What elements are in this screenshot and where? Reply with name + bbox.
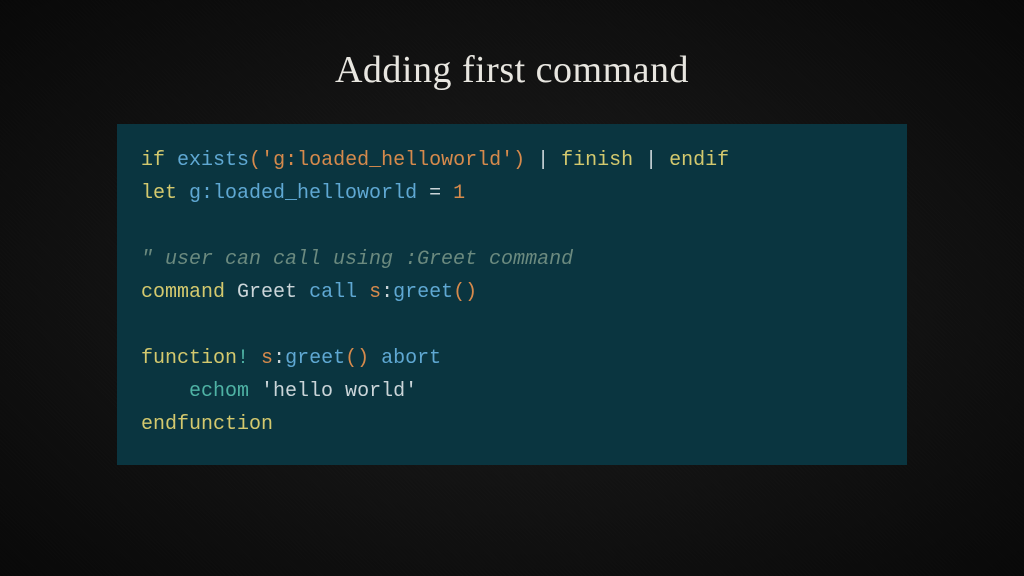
kw-finish: finish bbox=[561, 149, 633, 172]
kw-endfunction: endfunction bbox=[141, 413, 273, 436]
kw-let: let bbox=[141, 182, 177, 205]
colon: : bbox=[273, 347, 285, 370]
paren-close: ) bbox=[513, 149, 525, 172]
slide-title: Adding first command bbox=[0, 0, 1024, 92]
fn-exists: exists bbox=[177, 149, 249, 172]
code-line-5: command Greet call s:greet() bbox=[141, 281, 477, 304]
kw-call: call bbox=[309, 281, 357, 304]
kw-command: command bbox=[141, 281, 225, 304]
indent bbox=[141, 380, 189, 403]
kw-abort: abort bbox=[381, 347, 441, 370]
bang: ! bbox=[237, 347, 249, 370]
pipe: | bbox=[525, 149, 561, 172]
fn-name: greet bbox=[393, 281, 453, 304]
code-line-9: endfunction bbox=[141, 413, 273, 436]
code-line-1: if exists('g:loaded_helloworld') | finis… bbox=[141, 149, 729, 172]
string-literal: 'g:loaded_helloworld' bbox=[261, 149, 513, 172]
fn-name: greet bbox=[285, 347, 345, 370]
pipe: | bbox=[633, 149, 669, 172]
command-name: Greet bbox=[237, 281, 297, 304]
string-literal: 'hello world' bbox=[261, 380, 417, 403]
colon: : bbox=[381, 281, 393, 304]
code-line-8: echom 'hello world' bbox=[141, 380, 417, 403]
code-line-4: " user can call using :Greet command bbox=[141, 248, 573, 271]
code-block: if exists('g:loaded_helloworld') | finis… bbox=[117, 124, 907, 465]
variable: g:loaded_helloworld bbox=[189, 182, 417, 205]
kw-if: if bbox=[141, 149, 165, 172]
parens: () bbox=[345, 347, 369, 370]
comment: " user can call using :Greet command bbox=[141, 248, 573, 271]
kw-endif: endif bbox=[669, 149, 729, 172]
kw-function: function bbox=[141, 347, 237, 370]
equals: = bbox=[417, 182, 453, 205]
kw-echom: echom bbox=[189, 380, 249, 403]
number: 1 bbox=[453, 182, 465, 205]
code-line-7: function! s:greet() abort bbox=[141, 347, 441, 370]
paren-open: ( bbox=[249, 149, 261, 172]
scope: s bbox=[369, 281, 381, 304]
scope: s bbox=[261, 347, 273, 370]
parens: () bbox=[453, 281, 477, 304]
code-line-2: let g:loaded_helloworld = 1 bbox=[141, 182, 465, 205]
